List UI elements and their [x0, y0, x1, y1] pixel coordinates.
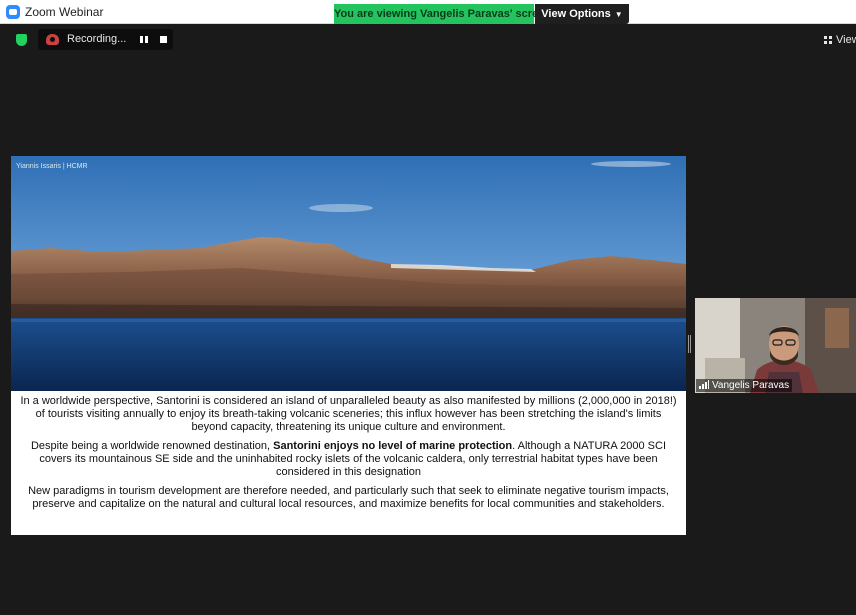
title-bar: Zoom Webinar You are viewing Vangelis Pa… — [0, 0, 856, 24]
slide-paragraph-1: In a worldwide perspective, Santorini is… — [20, 395, 677, 433]
view-button[interactable]: View — [824, 33, 856, 47]
slide-paragraph-2-emphasis: Santorini enjoys no level of marine prot… — [273, 440, 513, 452]
stop-recording-button[interactable] — [157, 34, 169, 45]
view-options-button[interactable]: View Options ▼ — [535, 4, 629, 24]
slide-paragraph-3: New paradigms in tourism development are… — [28, 485, 669, 510]
slide-text: In a worldwide perspective, Santorini is… — [17, 395, 680, 517]
grid-icon — [824, 36, 832, 44]
santorini-photo — [11, 156, 686, 391]
participant-video-tile[interactable]: Vangelis Paravas — [695, 298, 856, 393]
window-title: Zoom Webinar — [25, 5, 104, 19]
view-label: View — [836, 34, 856, 46]
split-view-handle[interactable] — [688, 335, 691, 353]
shared-screen-slide: Yiannis Issaris | HCMR In a worldwide pe… — [11, 156, 686, 535]
participant-name-tag: Vangelis Paravas — [696, 379, 793, 392]
slide-paragraph-2-start: Despite being a worldwide renowned desti… — [30, 440, 274, 452]
slide-paragraph-2: Despite being a worldwide renowned desti… — [17, 440, 680, 479]
recording-label: Recording... — [67, 33, 127, 45]
view-options-label: View Options — [541, 8, 611, 20]
photo-credit: Yiannis Issaris | HCMR — [16, 163, 88, 170]
participant-name: Vangelis Paravas — [712, 380, 790, 391]
pause-recording-button[interactable] — [138, 34, 150, 45]
shield-icon[interactable] — [16, 34, 27, 46]
cloud-record-icon — [46, 34, 59, 45]
recording-indicator: Recording... — [38, 29, 173, 50]
zoom-logo-icon — [6, 5, 20, 19]
signal-bars-icon — [699, 380, 709, 389]
chevron-down-icon: ▼ — [614, 10, 623, 19]
screen-share-banner: You are viewing Vangelis Paravas' screen — [334, 4, 551, 24]
